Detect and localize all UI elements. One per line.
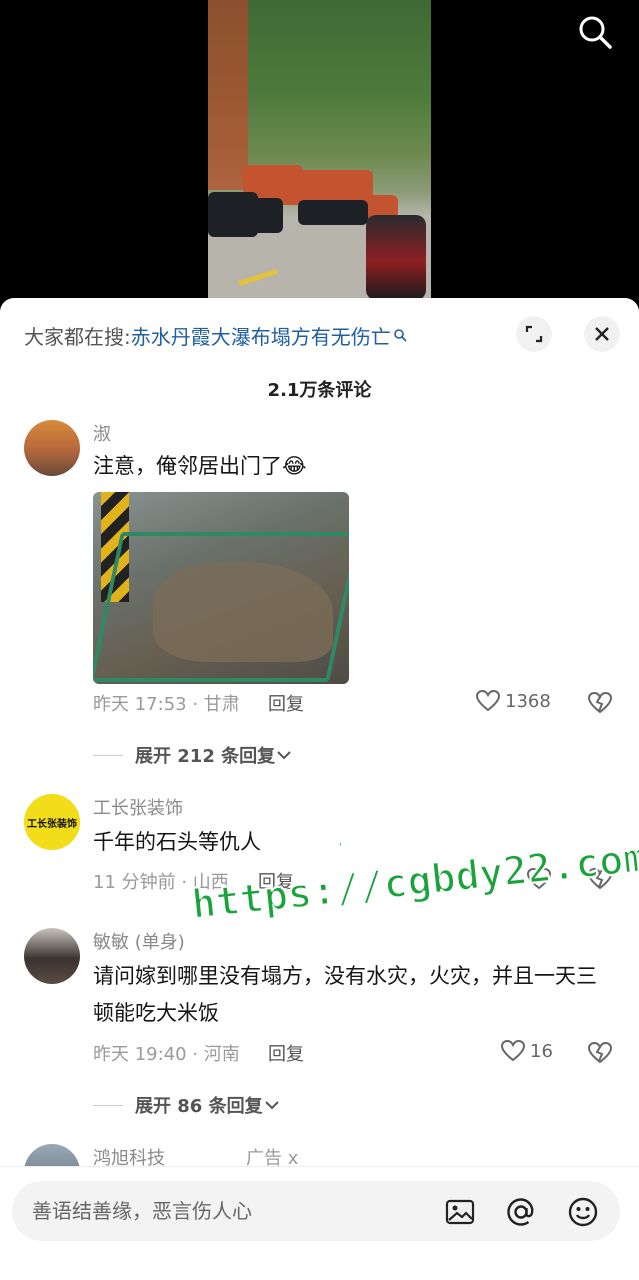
photo-mud (153, 562, 333, 662)
comment-input-container[interactable] (12, 1181, 620, 1241)
like-count: 16 (530, 1040, 553, 1062)
broken-heart-icon[interactable] (587, 866, 613, 892)
hot-search-keyword[interactable]: 赤水丹霞大瀑布塌方有无伤亡 (131, 321, 391, 350)
at-icon[interactable] (505, 1196, 537, 1228)
expand-replies-label: 展开 212 条回复 (135, 746, 276, 767)
heart-icon (500, 1039, 526, 1062)
avatar[interactable] (24, 420, 80, 476)
emoji-icon[interactable] (567, 1196, 599, 1228)
comment-text: 千年的石头等仇人 (93, 830, 261, 854)
comment-input-bar (0, 1166, 639, 1280)
divider (93, 1104, 123, 1106)
search-icon[interactable] (575, 12, 615, 52)
video-motorcycle (366, 215, 426, 300)
reply-button[interactable]: 回复 (258, 868, 294, 894)
broken-heart-icon[interactable] (587, 690, 613, 716)
video-car (298, 200, 368, 225)
comment-meta: 昨天 17:53 · 甘肃 (93, 694, 240, 715)
heart-icon (526, 867, 552, 890)
search-icon (393, 329, 407, 342)
heart-icon (475, 689, 501, 712)
hot-search-prefix: 大家都在搜: (24, 324, 131, 349)
comment-text: 请问嫁到哪里没有塌方，没有水灾，火灾，并且一天三顿能吃大米饭 (93, 964, 597, 1025)
like-button[interactable] (526, 866, 556, 892)
avatar[interactable] (24, 928, 80, 984)
close-icon (595, 327, 609, 341)
chevron-down-icon (264, 1101, 279, 1110)
close-button[interactable] (584, 316, 620, 352)
app-root: 大家都在搜: 赤水丹霞大瀑布塌方有无伤亡 2.1万条评论 淑 注意，俺邻居出门了… (0, 0, 639, 1280)
avatar-logo-text: 工长张装饰 (27, 818, 77, 830)
like-button[interactable]: 1368 (475, 688, 551, 714)
like-button[interactable]: 16 (500, 1038, 553, 1064)
comment-input[interactable] (32, 1181, 432, 1241)
video-player[interactable] (0, 0, 639, 310)
image-icon[interactable] (444, 1196, 476, 1228)
comment-count: 2.1万条评论 (267, 380, 372, 401)
video-frame (208, 0, 431, 310)
comment-sheet: 大家都在搜: 赤水丹霞大瀑布塌方有无伤亡 2.1万条评论 淑 注意，俺邻居出门了… (0, 298, 639, 1280)
divider (93, 754, 123, 756)
comment-author[interactable]: 工长张装饰 (93, 794, 183, 820)
comment-text: 注意，俺邻居出门了😂 (93, 454, 307, 478)
comment-image[interactable] (93, 492, 349, 684)
expand-replies-button[interactable]: 展开 86 条回复 (93, 1092, 281, 1118)
comment-meta: 11 分钟前 · 山西 (93, 872, 229, 893)
broken-heart-icon[interactable] (587, 1040, 613, 1066)
video-car (208, 192, 258, 237)
avatar[interactable]: 工长张装饰 (24, 794, 80, 850)
comment-author[interactable]: 淑 (93, 420, 111, 446)
expand-replies-button[interactable]: 展开 212 条回复 (93, 742, 293, 768)
fullscreen-icon (525, 325, 543, 343)
chevron-down-icon (277, 751, 291, 760)
video-cliff (208, 0, 248, 190)
comment-author[interactable]: 敏敏 (单身) (93, 928, 185, 954)
like-count: 1368 (505, 690, 551, 712)
reply-button[interactable]: 回复 (268, 1040, 304, 1066)
expand-replies-label: 展开 86 条回复 (135, 1096, 263, 1117)
fullscreen-button[interactable] (516, 316, 552, 352)
comment-meta: 昨天 19:40 · 河南 (93, 1044, 240, 1065)
video-car (253, 198, 283, 233)
reply-button[interactable]: 回复 (268, 690, 304, 716)
hot-search-bar[interactable]: 大家都在搜: 赤水丹霞大瀑布塌方有无伤亡 (24, 320, 407, 350)
